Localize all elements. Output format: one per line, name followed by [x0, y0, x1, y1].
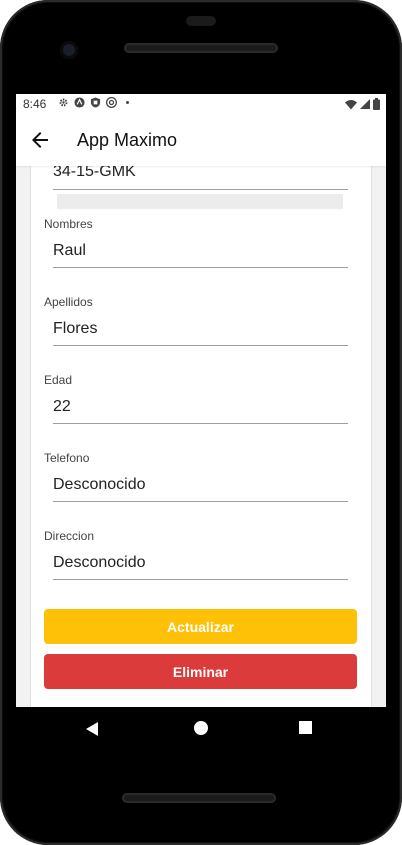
rotate-icon: [106, 97, 117, 108]
form-card: 34-15-GMK Nombres Raul Apellidos Flores …: [30, 166, 372, 707]
label-apellidos: Apellidos: [44, 295, 93, 309]
nombres-input[interactable]: Raul: [53, 242, 86, 260]
battery-icon: [373, 98, 380, 110]
android-icon: [74, 97, 85, 108]
label-telefono: Telefono: [44, 451, 90, 465]
gear-icon: [59, 98, 68, 107]
label-direccion: Direccion: [44, 529, 95, 543]
arrow-left-icon[interactable]: [28, 128, 52, 152]
scroll-content[interactable]: 34-15-GMK Nombres Raul Apellidos Flores …: [16, 166, 386, 707]
nav-home-icon[interactable]: [194, 721, 208, 735]
status-right-icons: [345, 98, 380, 110]
navigation-bar: [16, 707, 386, 749]
telefono-input[interactable]: Desconocido: [53, 476, 146, 494]
device-screen: 8:46 App Maximo 34-15-GMK Nombres Raul A…: [16, 94, 386, 707]
nav-back-icon[interactable]: [86, 722, 98, 736]
front-camera: [60, 41, 78, 59]
status-bar: 8:46: [16, 94, 386, 114]
dot-icon: [126, 101, 129, 104]
label-edad: Edad: [44, 373, 73, 387]
wifi-icon: [345, 99, 357, 109]
status-left-icons: [58, 97, 133, 108]
plate-underline: [53, 189, 348, 190]
direccion-input[interactable]: Desconocido: [53, 554, 146, 572]
app-title: App Maximo: [77, 130, 178, 150]
nombres-underline: [53, 267, 348, 268]
apellidos-underline: [53, 345, 348, 346]
delete-button[interactable]: Eliminar: [44, 654, 357, 689]
shield-icon: [90, 97, 101, 108]
plate-field[interactable]: 34-15-GMK: [53, 166, 136, 181]
direccion-underline: [53, 579, 348, 580]
nav-recents-icon[interactable]: [299, 721, 312, 734]
edad-input[interactable]: 22: [53, 398, 71, 416]
update-button[interactable]: Actualizar: [44, 609, 357, 644]
edad-underline: [53, 423, 348, 424]
bottom-speaker: [122, 793, 276, 803]
top-speaker: [124, 43, 278, 53]
signal-icon: [360, 98, 370, 109]
app-bar: App Maximo: [16, 114, 386, 166]
earpiece: [186, 16, 216, 26]
placeholder-bar: [57, 194, 343, 209]
apellidos-input[interactable]: Flores: [53, 320, 97, 338]
telefono-underline: [53, 501, 348, 502]
label-nombres: Nombres: [44, 217, 93, 231]
status-time: 8:46: [23, 97, 47, 111]
